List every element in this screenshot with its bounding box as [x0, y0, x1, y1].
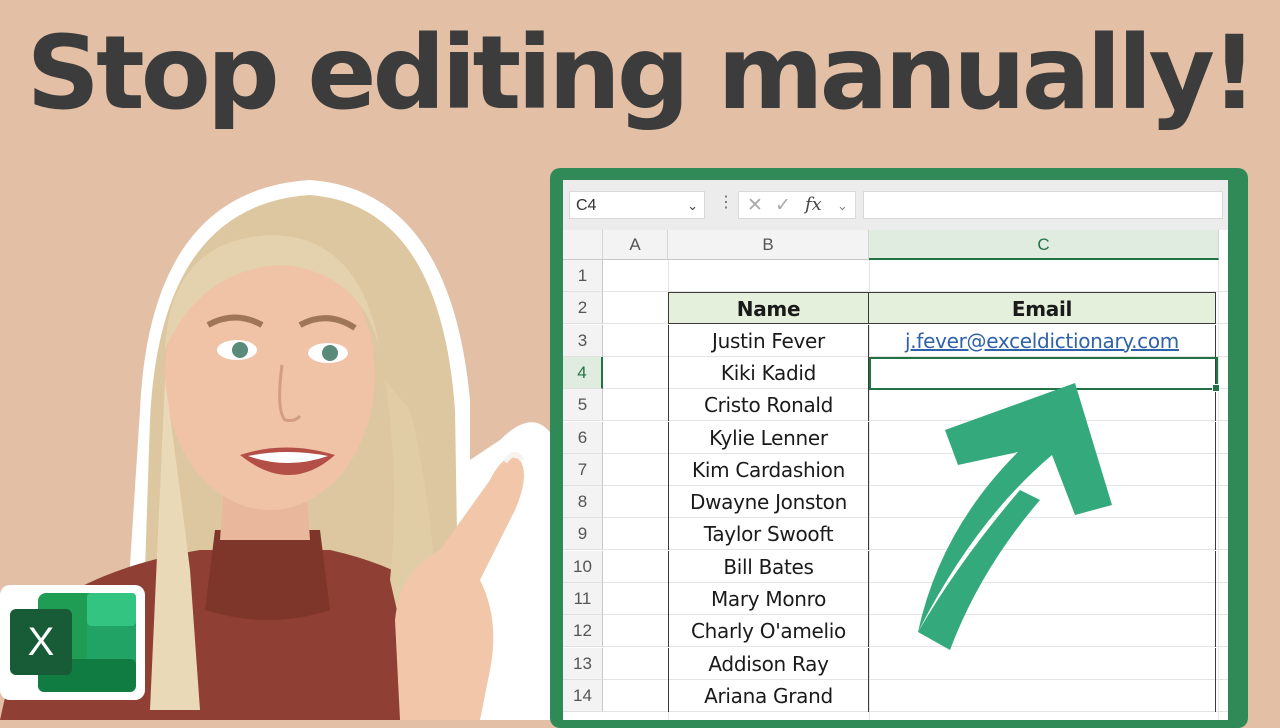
- name-cell[interactable]: Mary Monro: [668, 583, 869, 615]
- name-cell[interactable]: Dwayne Jonston: [668, 486, 869, 519]
- column-header-a[interactable]: A: [603, 230, 668, 260]
- formula-controls: ✕ ✓ fx ⌄: [738, 191, 856, 219]
- fx-icon[interactable]: fx: [805, 194, 822, 215]
- email-header-cell[interactable]: Email: [869, 292, 1216, 325]
- column-header-c[interactable]: C: [869, 230, 1219, 260]
- name-cell[interactable]: Ariana Grand: [668, 679, 869, 712]
- row-header[interactable]: 13: [563, 647, 603, 680]
- name-box[interactable]: C4 ⌄: [569, 191, 705, 219]
- name-cell[interactable]: Charly O'amelio: [668, 615, 869, 648]
- email-cell[interactable]: [869, 615, 1216, 648]
- email-cell[interactable]: [869, 647, 1216, 680]
- excel-logo-letter: X: [28, 620, 55, 664]
- name-cell[interactable]: Kylie Lenner: [668, 421, 869, 454]
- table-row: Cristo Ronald: [603, 389, 1228, 422]
- name-header-cell[interactable]: Name: [668, 292, 869, 325]
- table-row: Kylie Lenner: [603, 421, 1228, 454]
- formula-input[interactable]: [863, 191, 1223, 219]
- email-cell[interactable]: [869, 583, 1216, 615]
- table-row: [603, 260, 1228, 292]
- email-cell[interactable]: [869, 421, 1216, 454]
- name-cell[interactable]: Kim Cardashion: [668, 453, 869, 486]
- active-cell-c4[interactable]: [869, 357, 1220, 392]
- excel-logo-icon: X: [0, 585, 145, 700]
- chevron-down-icon[interactable]: ⌄: [687, 192, 698, 220]
- row-header[interactable]: 4: [563, 356, 603, 389]
- formula-bar: C4 ⌄ ⋮ ✕ ✓ fx ⌄: [563, 180, 1228, 230]
- enter-icon[interactable]: ✓: [775, 194, 791, 217]
- row-header[interactable]: 12: [563, 615, 603, 648]
- spreadsheet: C4 ⌄ ⋮ ✕ ✓ fx ⌄ A B C 1 2 Name Email 3 Justin…: [563, 180, 1228, 720]
- more-options-icon[interactable]: ⋮: [718, 192, 734, 212]
- table-row: Ariana Grand: [603, 679, 1228, 712]
- email-cell[interactable]: [869, 453, 1216, 486]
- name-cell[interactable]: Kiki Kadid: [668, 356, 869, 389]
- cancel-icon[interactable]: ✕: [747, 194, 763, 217]
- table-row: Addison Ray: [603, 647, 1228, 680]
- chevron-down-icon[interactable]: ⌄: [837, 198, 848, 214]
- headline: Stop editing manually!: [26, 14, 1258, 133]
- row-header[interactable]: 5: [563, 389, 603, 422]
- row-header[interactable]: 6: [563, 421, 603, 454]
- email-cell[interactable]: j.fever@exceldictionary.com: [869, 324, 1216, 357]
- table-row: Justin Fever j.fever@exceldictionary.com: [603, 324, 1228, 357]
- name-cell[interactable]: Taylor Swooft: [668, 518, 869, 551]
- fill-handle[interactable]: [1212, 384, 1220, 392]
- email-cell[interactable]: [869, 389, 1216, 422]
- row-header[interactable]: 10: [563, 550, 603, 583]
- row-header[interactable]: 2: [563, 292, 603, 325]
- table-row: Charly O'amelio: [603, 615, 1228, 648]
- row-header[interactable]: 7: [563, 453, 603, 486]
- table-row: Dwayne Jonston: [603, 486, 1228, 519]
- email-cell[interactable]: [869, 486, 1216, 519]
- row-header[interactable]: 1: [563, 260, 603, 292]
- row-header[interactable]: 8: [563, 486, 603, 519]
- table-row: Mary Monro: [603, 583, 1228, 615]
- name-cell[interactable]: Cristo Ronald: [668, 389, 869, 422]
- email-cell[interactable]: [869, 679, 1216, 712]
- table-row: Taylor Swooft: [603, 518, 1228, 551]
- email-cell[interactable]: [869, 518, 1216, 551]
- row-header[interactable]: 14: [563, 679, 603, 712]
- name-box-value: C4: [576, 197, 597, 214]
- select-all-corner[interactable]: [563, 230, 603, 260]
- name-cell[interactable]: Bill Bates: [668, 550, 869, 583]
- row-header[interactable]: 11: [563, 583, 603, 615]
- column-header-b[interactable]: B: [668, 230, 869, 260]
- row-header[interactable]: 9: [563, 518, 603, 551]
- row-header[interactable]: 3: [563, 324, 603, 357]
- name-cell[interactable]: Justin Fever: [668, 324, 869, 357]
- name-cell[interactable]: Addison Ray: [668, 647, 869, 680]
- table-row: Bill Bates: [603, 550, 1228, 583]
- email-cell[interactable]: [869, 550, 1216, 583]
- table-row: Kim Cardashion: [603, 453, 1228, 486]
- table-row: Name Email: [603, 292, 1228, 325]
